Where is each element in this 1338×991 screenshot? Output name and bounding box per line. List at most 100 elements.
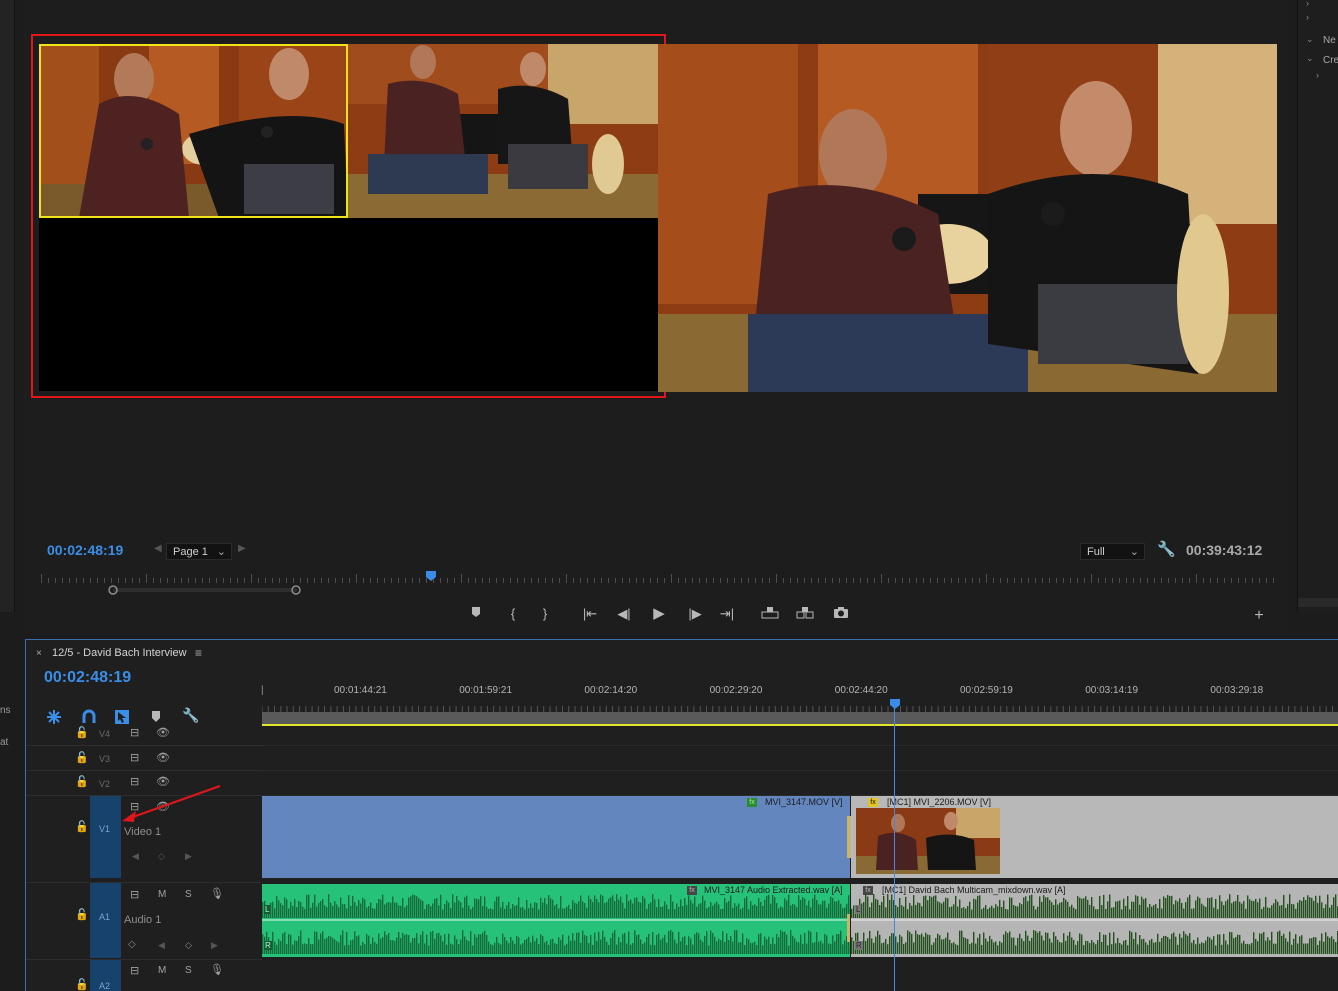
track-row-v2[interactable] bbox=[262, 771, 1338, 796]
video-clip[interactable]: fx MVI_3147.MOV [V] bbox=[262, 796, 852, 878]
sync-lock-icon[interactable]: ⊟ bbox=[130, 964, 139, 977]
lock-icon[interactable]: 🔓 bbox=[75, 726, 89, 739]
lock-icon[interactable]: 🔓 bbox=[75, 820, 89, 833]
scrollbar[interactable] bbox=[1298, 598, 1338, 607]
chevron-down-icon: ⌄ bbox=[216, 546, 226, 558]
clip-name: MVI_3147.MOV [V] bbox=[765, 797, 843, 807]
track-header-v4 bbox=[26, 726, 262, 746]
microphone-icon[interactable]: 🎙 bbox=[210, 887, 224, 900]
eye-icon[interactable]: 👁 bbox=[156, 751, 170, 764]
add-keyframe-icon[interactable]: ◇ bbox=[158, 851, 165, 862]
monitor-zoom-scrollbar[interactable] bbox=[41, 585, 1277, 595]
next-keyframe-icon[interactable]: ▶ bbox=[211, 940, 218, 951]
chevron-right-icon[interactable]: › bbox=[1306, 12, 1309, 22]
chevron-down-icon[interactable]: ⌄ bbox=[1306, 34, 1314, 45]
prev-keyframe-icon[interactable]: ◀ bbox=[132, 851, 139, 862]
resolution-select[interactable]: Full ⌄ bbox=[1080, 543, 1145, 560]
left-panel-edge bbox=[0, 0, 15, 612]
chevron-right-icon[interactable]: › bbox=[1316, 70, 1319, 80]
track-row-v4[interactable] bbox=[262, 726, 1338, 746]
page-select[interactable]: Page 1 ⌄ bbox=[166, 543, 232, 560]
track-row-v3[interactable] bbox=[262, 746, 1338, 771]
chevron-down-icon: ⌄ bbox=[1129, 546, 1139, 558]
page-prev-icon[interactable]: ◀ bbox=[154, 543, 162, 554]
close-tab-icon[interactable]: × bbox=[36, 648, 42, 659]
timeline-playhead-line[interactable] bbox=[894, 700, 895, 991]
track-label-v3: V3 bbox=[99, 754, 111, 764]
play-icon[interactable]: ▶ bbox=[650, 604, 668, 622]
prev-keyframe-icon[interactable]: ◀ bbox=[158, 940, 165, 951]
channel-label-right: R bbox=[264, 941, 272, 950]
timeline-playhead-icon[interactable] bbox=[889, 698, 901, 710]
track-header-v3 bbox=[26, 746, 262, 771]
timeline-timecode[interactable]: 00:02:48:19 bbox=[44, 669, 131, 687]
track-label-v1: V1 bbox=[99, 824, 111, 834]
keyframe-menu-icon[interactable]: ◇ bbox=[128, 939, 136, 950]
clip-thumbnail bbox=[856, 808, 1000, 874]
add-marker-icon[interactable] bbox=[150, 710, 162, 726]
monitor-time-ruler[interactable] bbox=[41, 573, 1277, 583]
camera-icon[interactable] bbox=[832, 606, 850, 622]
lock-icon[interactable]: 🔓 bbox=[75, 978, 89, 991]
microphone-icon[interactable]: 🎙 bbox=[210, 963, 224, 976]
go-to-in-icon[interactable]: |⇤ bbox=[581, 606, 599, 622]
track-label-v2: V2 bbox=[99, 779, 111, 789]
playhead-timecode[interactable]: 00:02:48:19 bbox=[47, 542, 123, 558]
duration-timecode: 00:39:43:12 bbox=[1186, 542, 1263, 558]
timeline-ruler-ticks[interactable] bbox=[262, 700, 1338, 712]
solo-button[interactable]: S bbox=[185, 889, 192, 900]
resolution-select-value: Full bbox=[1087, 546, 1105, 558]
channel-label-right: R bbox=[855, 941, 863, 950]
wrench-icon[interactable]: 🔧 bbox=[1157, 540, 1176, 558]
chevron-down-icon[interactable]: ⌄ bbox=[1306, 53, 1314, 64]
page-select-value: Page 1 bbox=[173, 546, 208, 558]
fx-badge: fx bbox=[868, 798, 878, 807]
lock-icon[interactable]: 🔓 bbox=[75, 775, 89, 788]
right-panel-item[interactable]: Ne bbox=[1323, 35, 1336, 46]
step-forward-icon[interactable]: |▶ bbox=[686, 606, 704, 622]
step-back-icon[interactable]: ◀| bbox=[615, 606, 633, 622]
right-panel-item[interactable]: Cre bbox=[1323, 55, 1338, 66]
ruler-start-mark: | bbox=[261, 685, 264, 696]
mark-out-icon[interactable]: } bbox=[536, 606, 554, 621]
sync-lock-icon[interactable]: ⊟ bbox=[130, 888, 139, 901]
add-keyframe-icon[interactable]: ◇ bbox=[185, 940, 192, 951]
timeline-settings-wrench-icon[interactable]: 🔧 bbox=[182, 707, 199, 724]
mark-in-icon[interactable]: { bbox=[504, 606, 522, 621]
audio-clip[interactable]: fx MVI_3147 Audio Extracted.wav [A] L R bbox=[262, 884, 850, 957]
ruler-time-label: 00:02:29:20 bbox=[709, 685, 763, 696]
mute-button[interactable]: M bbox=[158, 965, 166, 976]
go-to-out-icon[interactable]: ⇥| bbox=[718, 606, 736, 622]
work-area-bar[interactable] bbox=[262, 712, 1338, 724]
annotation-arrow bbox=[122, 785, 221, 822]
monitor-playhead-icon[interactable] bbox=[425, 570, 437, 582]
solo-button[interactable]: S bbox=[185, 965, 192, 976]
ruler-time-label: 00:02:44:20 bbox=[834, 685, 888, 696]
side-panel-label: at bbox=[0, 737, 9, 748]
ruler-time-label: 00:03:29:18 bbox=[1210, 685, 1264, 696]
panel-menu-icon[interactable]: ≡ bbox=[195, 646, 202, 660]
clip-name: [MC1] David Bach Multicam_mixdown.wav [A… bbox=[882, 885, 1066, 895]
lift-icon[interactable] bbox=[761, 606, 779, 622]
eye-icon[interactable]: 👁 bbox=[156, 726, 170, 739]
lock-icon[interactable]: 🔓 bbox=[75, 751, 89, 764]
mute-button[interactable]: M bbox=[158, 889, 166, 900]
chevron-right-icon[interactable]: › bbox=[1306, 0, 1309, 8]
track-label-v4: V4 bbox=[99, 729, 111, 739]
fx-badge: fx bbox=[747, 798, 757, 807]
clip-edit-handle[interactable] bbox=[847, 914, 850, 942]
multicam-audio-clip[interactable]: fx [MC1] David Bach Multicam_mixdown.wav… bbox=[851, 884, 1338, 957]
multicam-video-clip[interactable]: fx [MC1] MVI_2206.MOV [V] bbox=[851, 796, 1338, 878]
extract-icon[interactable] bbox=[796, 606, 814, 622]
page-next-icon[interactable]: ▶ bbox=[238, 543, 246, 554]
sequence-tab-title[interactable]: 12/5 - David Bach Interview bbox=[52, 647, 187, 659]
sync-lock-icon[interactable]: ⊟ bbox=[130, 751, 139, 764]
next-keyframe-icon[interactable]: ▶ bbox=[185, 851, 192, 862]
track-name-a1[interactable]: Audio 1 bbox=[124, 914, 161, 926]
add-button-icon[interactable]: + bbox=[1250, 607, 1268, 625]
track-label-a1: A1 bbox=[99, 912, 111, 922]
lock-icon[interactable]: 🔓 bbox=[75, 908, 89, 921]
sync-lock-icon[interactable]: ⊟ bbox=[130, 726, 139, 739]
add-marker-icon[interactable] bbox=[467, 606, 485, 621]
ruler-time-label: 00:02:59:19 bbox=[960, 685, 1013, 696]
